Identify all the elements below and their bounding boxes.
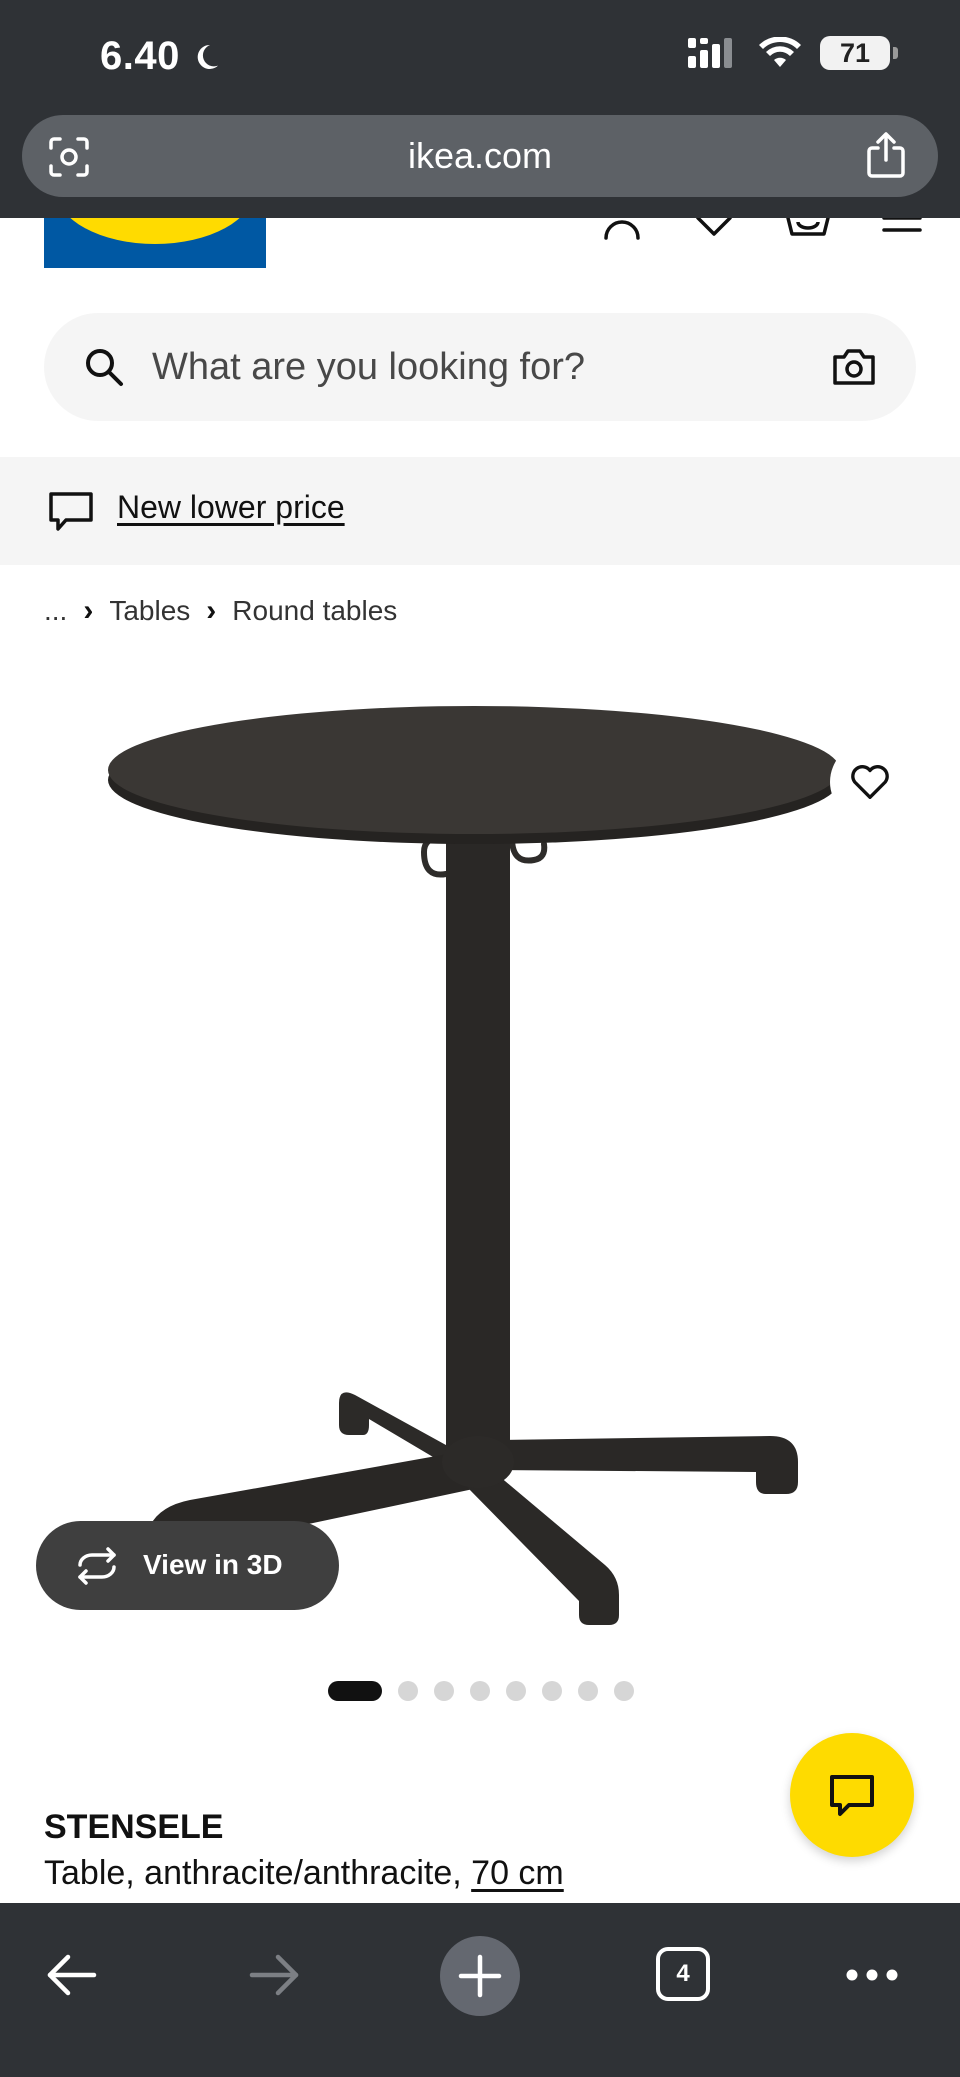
url-text[interactable]: ikea.com <box>408 135 552 177</box>
battery-indicator: 71 <box>820 36 898 70</box>
table-column <box>446 832 510 1452</box>
back-arrow-icon[interactable] <box>44 1947 100 2003</box>
chevron-right-icon: › <box>206 594 217 627</box>
pagination-dot[interactable] <box>434 1681 454 1701</box>
status-time: 6.40 <box>100 34 222 79</box>
breadcrumb-round-tables[interactable]: Round tables <box>232 595 397 627</box>
share-icon[interactable] <box>866 132 906 178</box>
add-to-favourites-button[interactable] <box>830 742 910 822</box>
breadcrumb-ellipsis[interactable]: ... <box>44 595 67 627</box>
product-description-text: Table, anthracite/anthracite, <box>44 1854 472 1892</box>
pagination-dot[interactable] <box>542 1681 562 1701</box>
breadcrumb: ... › Tables › Round tables <box>44 594 397 628</box>
search-input[interactable]: What are you looking for? <box>152 346 585 389</box>
search-bar[interactable]: What are you looking for? <box>44 313 916 421</box>
product-name: STENSELE <box>44 1808 224 1846</box>
wifi-icon <box>759 37 801 67</box>
lens-icon[interactable] <box>48 136 90 178</box>
search-icon[interactable] <box>84 347 124 387</box>
more-icon[interactable] <box>844 1963 900 1987</box>
browser-bottom-toolbar: 4 <box>0 1903 960 2077</box>
pagination-dot[interactable] <box>470 1681 490 1701</box>
address-bar[interactable]: ikea.com <box>22 115 938 197</box>
new-lower-price-link[interactable]: New lower price <box>117 489 345 526</box>
tabletop-surface <box>108 706 840 834</box>
new-tab-button[interactable] <box>440 1936 520 2016</box>
product-image[interactable] <box>0 650 960 1660</box>
pagination-dot[interactable] <box>614 1681 634 1701</box>
speech-bubble-icon <box>49 492 93 531</box>
cellular-signal-icon <box>688 38 732 68</box>
rotate-3d-icon <box>78 1547 116 1585</box>
product-size-link[interactable]: 70 cm <box>471 1854 564 1892</box>
table-base-hub <box>442 1436 514 1488</box>
promo-banner: New lower price <box>0 457 960 565</box>
chevron-right-icon: › <box>83 594 94 627</box>
table-leg-back-right <box>500 1436 798 1494</box>
pagination-dot[interactable] <box>506 1681 526 1701</box>
status-indicators: 71 <box>688 36 898 70</box>
chat-icon <box>830 1775 874 1816</box>
tabs-button[interactable]: 4 <box>656 1947 710 2001</box>
view-in-3d-label: View in 3D <box>143 1549 283 1580</box>
heart-icon <box>851 765 889 799</box>
pagination-dot[interactable] <box>578 1681 598 1701</box>
browser-top-chrome: 6.40 71 ikea.com <box>0 0 960 218</box>
gallery-pagination <box>328 1681 634 1701</box>
chat-button[interactable] <box>790 1733 914 1857</box>
moon-icon <box>197 44 218 69</box>
plus-icon <box>458 1954 502 1998</box>
pagination-dot-active[interactable] <box>328 1681 382 1701</box>
product-description: Table, anthracite/anthracite, 70 cm <box>44 1854 564 1893</box>
forward-arrow-icon[interactable] <box>246 1947 302 2003</box>
status-time-text: 6.40 <box>100 34 180 78</box>
camera-icon[interactable] <box>832 345 876 389</box>
pagination-dot[interactable] <box>398 1681 418 1701</box>
breadcrumb-tables[interactable]: Tables <box>109 595 190 627</box>
view-in-3d-button[interactable]: View in 3D <box>36 1521 339 1610</box>
